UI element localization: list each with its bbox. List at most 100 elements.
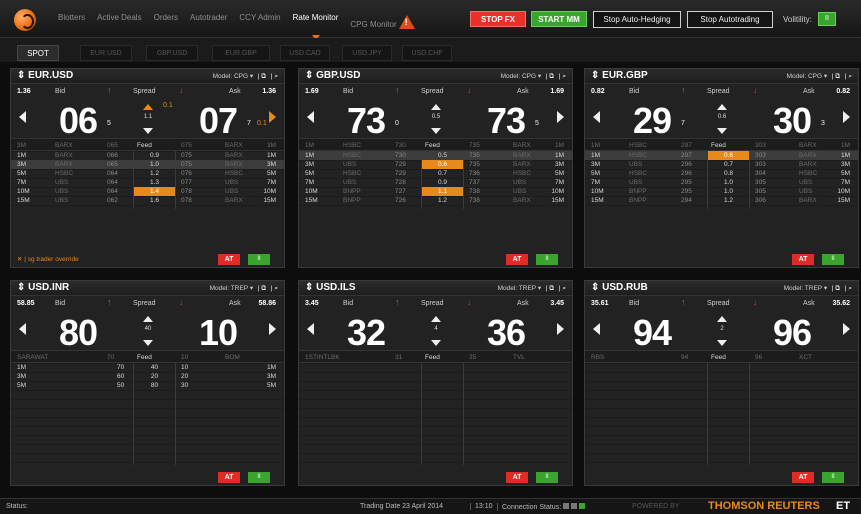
autotrade-button[interactable]: AT	[792, 472, 814, 483]
stop-auto-hedging-button[interactable]: Stop Auto-Hedging	[593, 11, 681, 28]
nav-ccy-admin[interactable]: CCY Admin	[233, 13, 286, 29]
tab-usd-chf[interactable]: USD.CHF	[402, 45, 452, 61]
spread-up-icon[interactable]	[431, 104, 441, 110]
pause-button[interactable]: II	[822, 254, 844, 265]
spread-stepper[interactable]: 2	[707, 314, 737, 348]
autotrade-button[interactable]: AT	[218, 254, 240, 265]
table-row[interactable]: 5M 50 80 30 5M	[11, 381, 284, 390]
model-selector[interactable]: Model: TREP ▾ | ⧉ | ⌕	[210, 284, 278, 293]
big-bid-price[interactable]: 29	[633, 100, 672, 142]
pause-button[interactable]: II	[248, 472, 270, 483]
currency-pair-title[interactable]: ⇕ USD.RUB	[591, 282, 648, 293]
autotrade-button[interactable]: AT	[506, 472, 528, 483]
autotrade-button[interactable]: AT	[506, 254, 528, 265]
big-ask-price[interactable]: 10	[199, 312, 238, 354]
search-icon[interactable]: | ⌕	[845, 285, 852, 292]
spread-stepper[interactable]: 1.1	[133, 102, 163, 136]
popout-icon[interactable]: | ⧉	[830, 73, 842, 80]
big-bid-price[interactable]: 80	[59, 312, 98, 354]
popout-icon[interactable]: | ⧉	[256, 285, 268, 292]
warning-icon[interactable]	[398, 15, 415, 29]
buy-arrow-icon[interactable]	[269, 323, 276, 335]
popout-icon[interactable]: | ⧉	[544, 73, 556, 80]
pause-button[interactable]: II	[248, 254, 270, 265]
popout-icon[interactable]: | ⧉	[256, 73, 268, 80]
tab-eur-gbp[interactable]: EUR.GBP	[212, 45, 270, 61]
sell-arrow-icon[interactable]	[593, 323, 600, 335]
table-row[interactable]: 5M HSBC 729 0.7 736 HSBC 5M	[299, 169, 572, 178]
spread-down-icon[interactable]	[143, 128, 153, 134]
spread-up-icon[interactable]	[717, 316, 727, 322]
search-icon[interactable]: | ⌕	[271, 285, 278, 292]
table-row[interactable]: 7M UBS 295 1.0 305 UBS 7M	[585, 178, 858, 187]
model-selector[interactable]: Model: CPG ▾ | ⧉ | ⌕	[787, 72, 852, 81]
tab-usd-jpy[interactable]: USD.JPY	[342, 45, 392, 61]
table-row[interactable]: 5M HSBC 064 1.2 076 HSBC 5M	[11, 169, 284, 178]
spread-down-icon[interactable]	[431, 340, 441, 346]
table-row[interactable]: 7M UBS 064 1.3 077 UBS 7M	[11, 178, 284, 187]
table-row[interactable]: 1M 70 40 10 1M	[11, 363, 284, 372]
model-selector[interactable]: Model: CPG ▾ | ⧉ | ⌕	[213, 72, 278, 81]
autotrade-button[interactable]: AT	[218, 472, 240, 483]
currency-pair-title[interactable]: ⇕ EUR.GBP	[591, 70, 648, 81]
popout-icon[interactable]: | ⧉	[830, 285, 842, 292]
spread-down-icon[interactable]	[431, 128, 441, 134]
spread-stepper[interactable]: 4	[421, 314, 451, 348]
popout-icon[interactable]: | ⧉	[544, 285, 556, 292]
tab-eur-usd[interactable]: EUR.USD	[80, 45, 132, 61]
pause-button[interactable]: II	[536, 472, 558, 483]
table-row[interactable]: 5M HSBC 296 0.8 304 HSBC 5M	[585, 169, 858, 178]
table-row[interactable]: 10M BNPP 727 1.1 738 UBS 10M	[299, 187, 572, 196]
table-row[interactable]: 3M UBS 296 0.7 303 BARX 3M	[585, 160, 858, 169]
spread-down-icon[interactable]	[717, 128, 727, 134]
big-bid-price[interactable]: 94	[633, 312, 672, 354]
table-row[interactable]: 1M HSBC 297 0.6 303 BARX 1M	[585, 151, 858, 160]
pause-button[interactable]: II	[822, 472, 844, 483]
stop-fx-button[interactable]: STOP FX	[470, 11, 526, 27]
spread-up-icon[interactable]	[143, 316, 153, 322]
sell-arrow-icon[interactable]	[19, 323, 26, 335]
big-bid-price[interactable]: 32	[347, 312, 386, 354]
model-selector[interactable]: Model: TREP ▾ | ⧉ | ⌕	[498, 284, 566, 293]
spread-stepper[interactable]: 0.5	[421, 102, 451, 136]
table-row[interactable]: 1M BARX 066 0.9 075 BARX 1M	[11, 151, 284, 160]
spread-down-icon[interactable]	[143, 340, 153, 346]
table-row[interactable]: 15M BNPP 294 1.2 306 BARX 15M	[585, 196, 858, 205]
big-ask-price[interactable]: 07	[199, 100, 238, 142]
table-row[interactable]: 10M UBS 064 1.4 078 UBS 10M	[11, 187, 284, 196]
spread-stepper[interactable]: 0.6	[707, 102, 737, 136]
spread-up-icon[interactable]	[717, 104, 727, 110]
search-icon[interactable]: | ⌕	[559, 285, 566, 292]
tab-gbp-usd[interactable]: GBP.USD	[146, 45, 198, 61]
start-mm-button[interactable]: START MM	[531, 11, 587, 27]
table-row[interactable]: 3M 60 20 20 3M	[11, 372, 284, 381]
table-row[interactable]: 3M BARX 065 1.0 075 BARX 3M	[11, 160, 284, 169]
big-bid-price[interactable]: 06	[59, 100, 98, 142]
big-bid-price[interactable]: 73	[347, 100, 386, 142]
autotrade-button[interactable]: AT	[792, 254, 814, 265]
search-icon[interactable]: | ⌕	[559, 73, 566, 80]
search-icon[interactable]: | ⌕	[845, 73, 852, 80]
trader-override[interactable]: ✕ | sg trader override	[17, 255, 79, 263]
search-icon[interactable]: | ⌕	[271, 73, 278, 80]
table-row[interactable]: 15M UBS 062 1.6 078 BARX 15M	[11, 196, 284, 205]
currency-pair-title[interactable]: ⇕ USD.INR	[17, 282, 69, 293]
buy-arrow-icon[interactable]	[269, 111, 276, 123]
buy-arrow-icon[interactable]	[557, 111, 564, 123]
nav-orders[interactable]: Orders	[148, 13, 184, 29]
table-row[interactable]: 3M UBS 729 0.6 735 BARX 3M	[299, 160, 572, 169]
nav-autotrader[interactable]: Autotrader	[184, 13, 233, 29]
buy-arrow-icon[interactable]	[843, 323, 850, 335]
buy-arrow-icon[interactable]	[843, 111, 850, 123]
nav-cpg-monitor[interactable]: CPG Monitor	[344, 13, 420, 29]
table-row[interactable]: 1M HSBC 730 0.5 735 BARX 1M	[299, 151, 572, 160]
model-selector[interactable]: Model: CPG ▾ | ⧉ | ⌕	[501, 72, 566, 81]
sell-arrow-icon[interactable]	[307, 323, 314, 335]
big-ask-price[interactable]: 30	[773, 100, 812, 142]
nav-active-deals[interactable]: Active Deals	[91, 13, 147, 29]
tab-spot[interactable]: SPOT	[17, 45, 59, 61]
pause-button[interactable]: II	[536, 254, 558, 265]
spread-up-icon[interactable]	[143, 104, 153, 110]
table-row[interactable]: 10M BNPP 295 1.0 305 UBS 10M	[585, 187, 858, 196]
model-selector[interactable]: Model: TREP ▾ | ⧉ | ⌕	[784, 284, 852, 293]
